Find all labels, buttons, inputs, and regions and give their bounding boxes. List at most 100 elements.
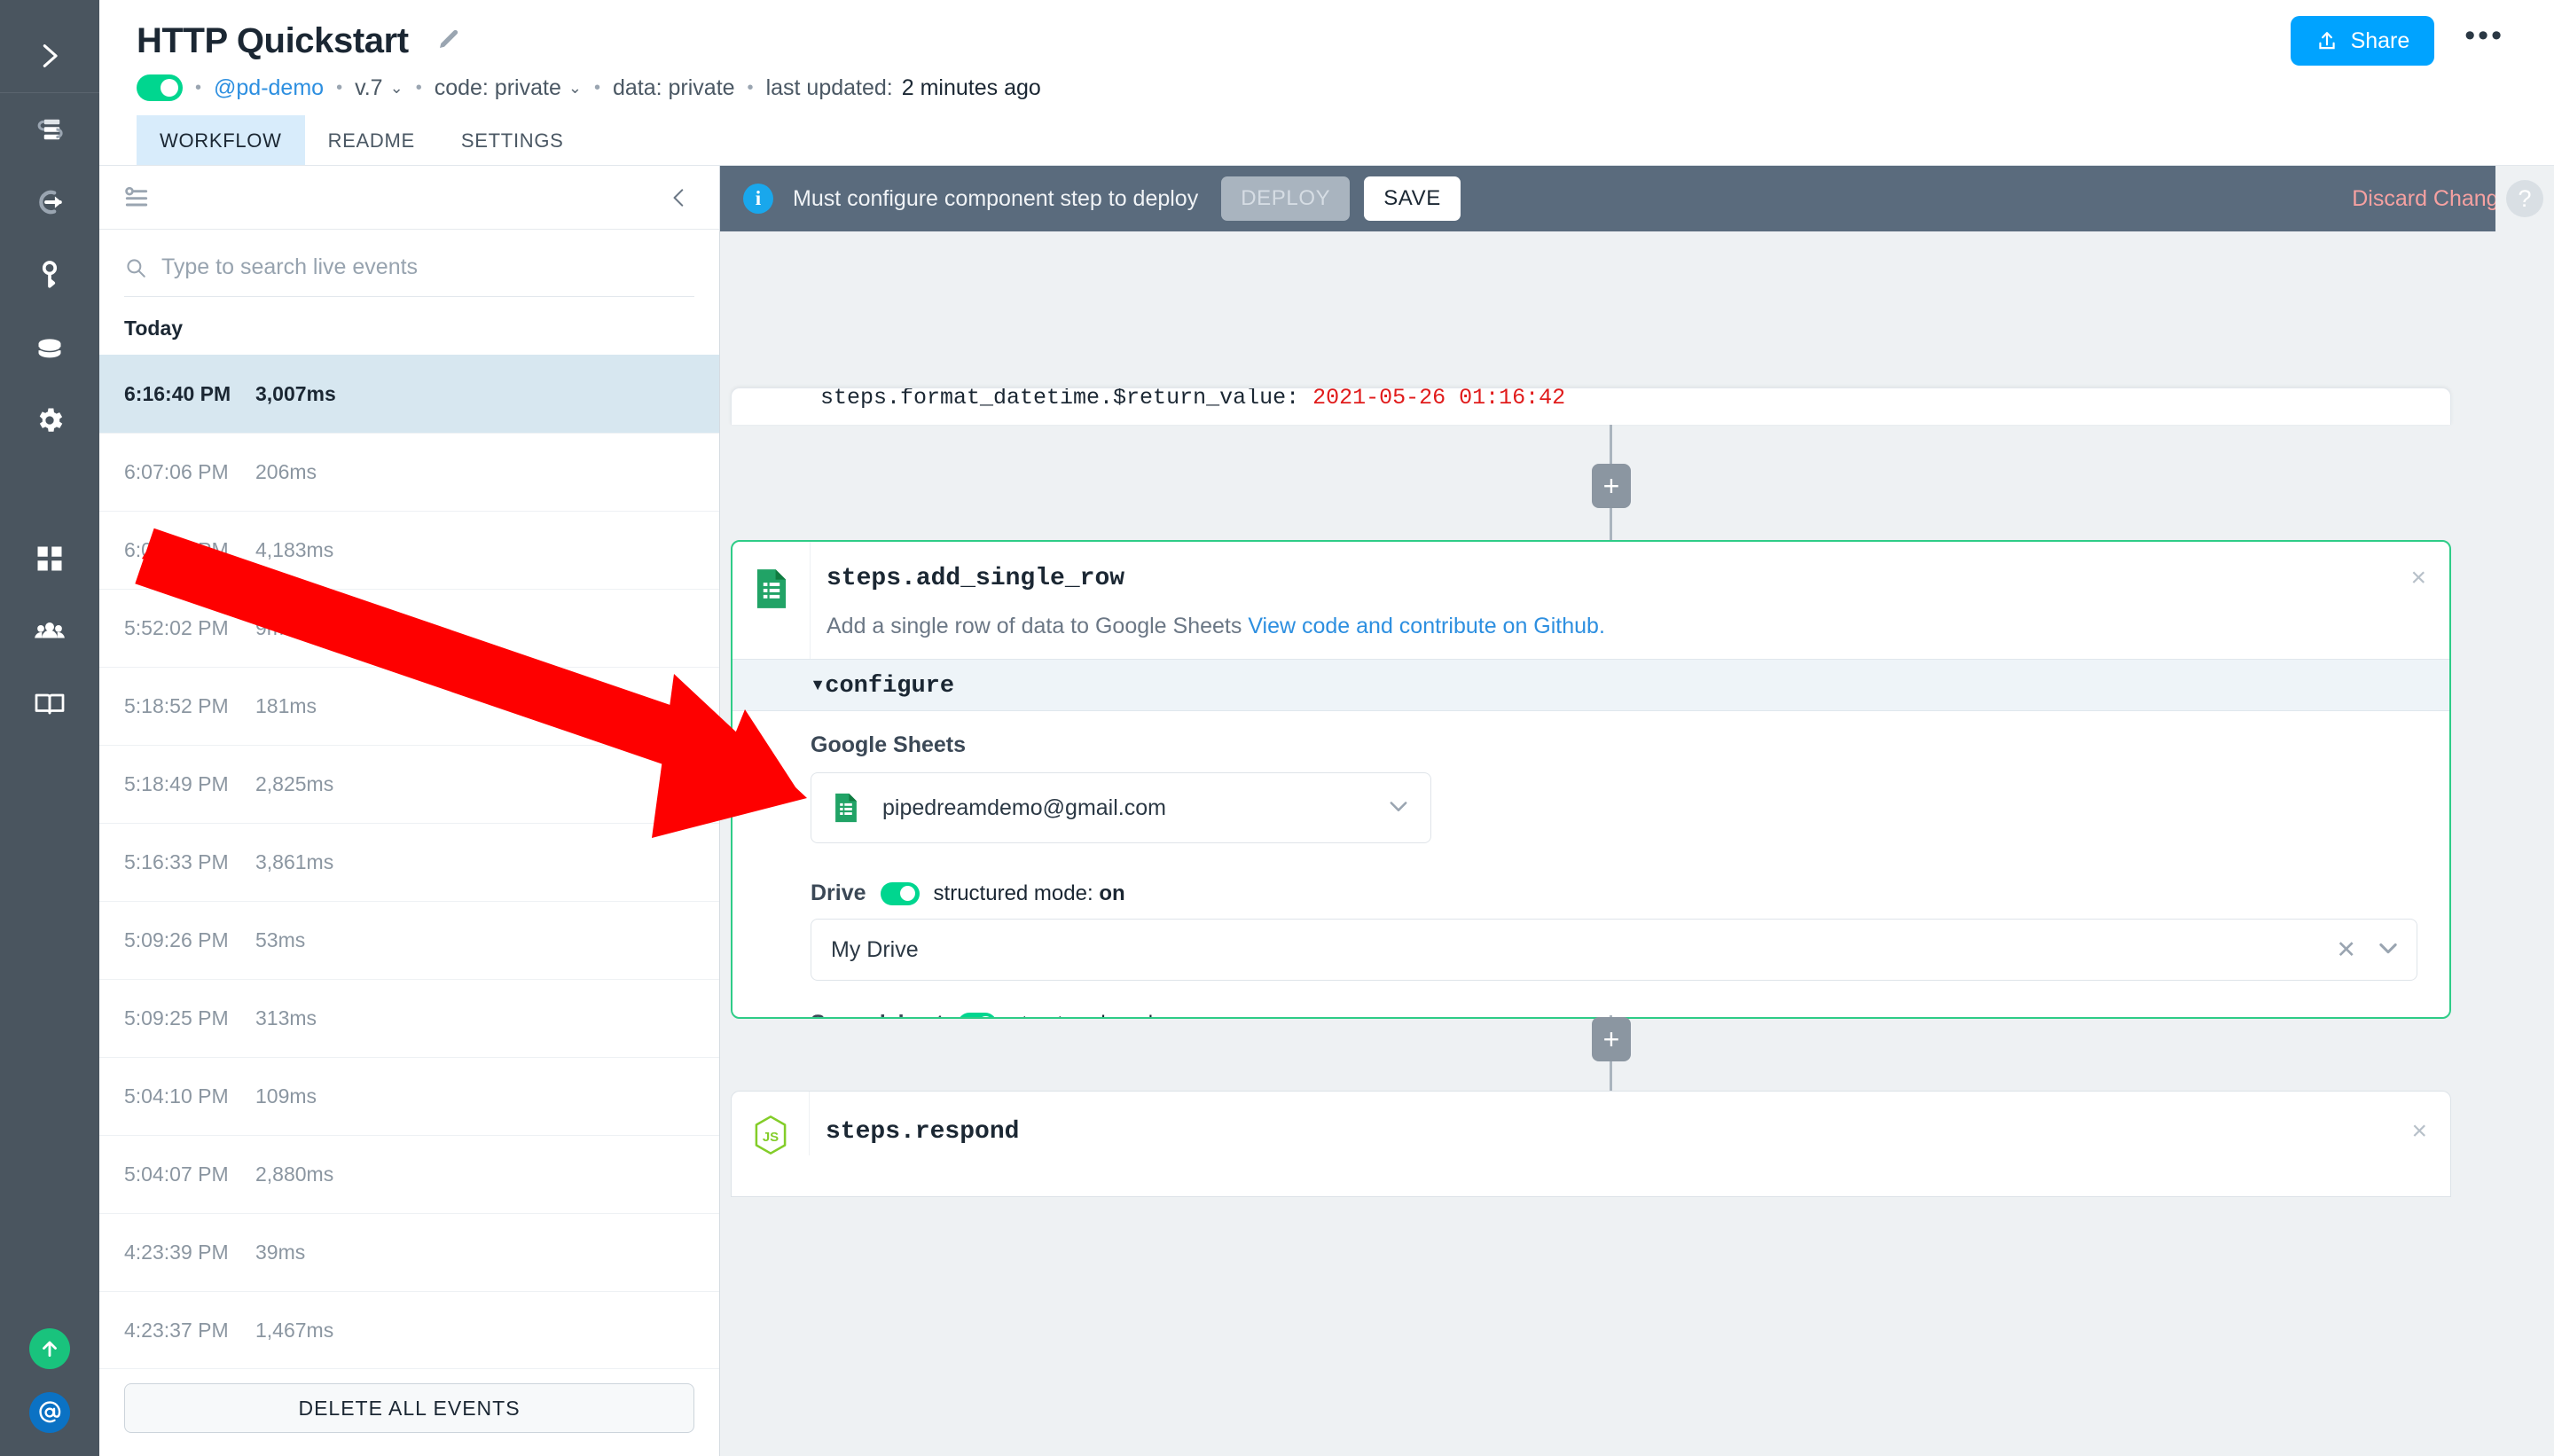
event-duration: 1,467ms bbox=[255, 1319, 333, 1342]
info-icon: i bbox=[743, 184, 773, 214]
sidebar-item-settings[interactable] bbox=[0, 384, 99, 457]
google-sheets-icon bbox=[753, 568, 790, 609]
close-respond-step-button[interactable]: × bbox=[2411, 1118, 2427, 1145]
step-card-add-single-row: steps.add_single_row Add a single row of… bbox=[731, 540, 2451, 1019]
structured-state: on bbox=[1099, 881, 1124, 905]
structured-state: on bbox=[1177, 1012, 1203, 1020]
event-row[interactable]: 6:07:02 PM 4,183ms bbox=[99, 511, 719, 589]
search-icon bbox=[124, 256, 147, 279]
header-actions: Share ••• bbox=[2291, 16, 2519, 66]
sidebar-item-community[interactable] bbox=[0, 595, 99, 668]
respond-step-name: steps.respond bbox=[826, 1118, 2450, 1146]
clear-icon[interactable]: ✕ bbox=[2336, 938, 2356, 962]
share-button[interactable]: Share bbox=[2291, 16, 2435, 66]
event-time: 5:16:33 PM bbox=[124, 850, 255, 874]
event-duration: 206ms bbox=[255, 460, 317, 484]
event-row[interactable]: 4:23:39 PM 39ms bbox=[99, 1213, 719, 1291]
event-duration: 3,861ms bbox=[255, 850, 333, 874]
support-button[interactable] bbox=[29, 1392, 70, 1433]
add-step-button-below[interactable]: + bbox=[1592, 1017, 1631, 1061]
event-time: 5:18:52 PM bbox=[124, 694, 255, 718]
filter-list-icon[interactable] bbox=[122, 184, 151, 212]
configure-panel: Google Sheets bbox=[733, 711, 2449, 1019]
events-list[interactable]: 6:16:40 PM 3,007ms 6:07:06 PM 206ms 6:07… bbox=[99, 355, 719, 1368]
step-description-text: Add a single row of data to Google Sheet… bbox=[827, 614, 1242, 638]
last-updated-label: last updated: bbox=[766, 75, 893, 101]
sidebar-item-docs[interactable] bbox=[0, 668, 99, 740]
chevron-down-icon: ⌄ bbox=[568, 79, 582, 98]
event-time: 5:52:02 PM bbox=[124, 616, 255, 640]
deploy-button[interactable]: DEPLOY bbox=[1221, 176, 1350, 221]
chevron-down-icon[interactable] bbox=[2376, 935, 2401, 965]
save-button[interactable]: SAVE bbox=[1364, 176, 1461, 221]
close-step-button[interactable]: × bbox=[2410, 565, 2426, 591]
drive-value: My Drive bbox=[831, 937, 919, 963]
sidebar-item-workflows[interactable] bbox=[0, 93, 99, 166]
spreadsheet-structured-mode-toggle[interactable] bbox=[958, 1013, 997, 1020]
previous-step-result: steps.format_datetime.$return_value: 202… bbox=[732, 388, 2450, 409]
chevron-down-icon: ⌄ bbox=[390, 79, 403, 98]
event-row[interactable]: 5:52:02 PM 9ms bbox=[99, 589, 719, 667]
sidebar-item-apps[interactable] bbox=[0, 522, 99, 595]
google-sheets-account-select[interactable]: pipedreamdemo@gmail.com bbox=[811, 772, 1431, 843]
upgrade-button[interactable] bbox=[29, 1328, 70, 1369]
help-button[interactable]: ? bbox=[2506, 180, 2543, 217]
event-row[interactable]: 5:04:07 PM 2,880ms bbox=[99, 1135, 719, 1213]
title-row: HTTP Quickstart Share ••• bbox=[99, 16, 2554, 66]
sidebar-item-datastore[interactable] bbox=[0, 311, 99, 384]
code-visibility-selector[interactable]: code: private ⌄ bbox=[435, 75, 582, 101]
tab-workflow[interactable]: WORKFLOW bbox=[137, 115, 305, 165]
delete-all-events-button[interactable]: DELETE ALL EVENTS bbox=[124, 1383, 694, 1433]
event-duration: 313ms bbox=[255, 1006, 317, 1030]
sidebar-item-credentials[interactable] bbox=[0, 239, 99, 311]
drive-input[interactable]: My Drive ✕ bbox=[811, 919, 2417, 981]
tab-readme[interactable]: README bbox=[305, 115, 438, 165]
meta-separator-3: • bbox=[403, 78, 435, 98]
event-row[interactable]: 4:23:37 PM 1,467ms bbox=[99, 1291, 719, 1368]
last-updated-value: 2 minutes ago bbox=[893, 75, 1041, 101]
result-key: steps.format_datetime.$return_value: bbox=[820, 387, 1299, 411]
event-duration: 3,007ms bbox=[255, 382, 336, 406]
database-icon bbox=[32, 330, 67, 365]
workspace-link[interactable]: @pd-demo bbox=[214, 75, 324, 101]
respond-step-header: JS steps.respond × bbox=[732, 1092, 2450, 1155]
event-row[interactable]: 5:16:33 PM 3,861ms bbox=[99, 823, 719, 901]
more-options-button[interactable]: ••• bbox=[2464, 20, 2504, 61]
step-icon-column bbox=[733, 542, 811, 659]
event-row[interactable]: 5:18:52 PM 181ms bbox=[99, 667, 719, 745]
chevron-right-icon bbox=[35, 41, 65, 71]
collapse-events-button[interactable] bbox=[668, 186, 691, 209]
rail-bottom bbox=[0, 1328, 99, 1433]
event-duration: 2,825ms bbox=[255, 772, 333, 796]
event-row[interactable]: 5:04:10 PM 109ms bbox=[99, 1057, 719, 1135]
version-selector[interactable]: v.7 ⌄ bbox=[355, 75, 403, 101]
sidebar-item-sources[interactable] bbox=[0, 166, 99, 239]
result-value: 2021-05-26 01:16:42 bbox=[1312, 387, 1565, 411]
step-name: steps.add_single_row bbox=[827, 565, 2449, 592]
expand-sidebar-button[interactable] bbox=[0, 20, 99, 92]
tab-settings[interactable]: SETTINGS bbox=[438, 115, 587, 165]
event-time: 5:04:10 PM bbox=[124, 1084, 255, 1108]
event-row[interactable]: 6:07:06 PM 206ms bbox=[99, 433, 719, 511]
workflow-enabled-toggle[interactable] bbox=[137, 74, 183, 101]
search-input[interactable] bbox=[161, 254, 694, 280]
add-step-button[interactable]: + bbox=[1592, 464, 1631, 508]
apps-grid-icon bbox=[34, 543, 66, 575]
share-button-label: Share bbox=[2351, 28, 2410, 54]
event-row[interactable]: 5:18:49 PM 2,825ms bbox=[99, 745, 719, 823]
data-visibility-label: data: private bbox=[613, 75, 735, 101]
event-time: 4:23:37 PM bbox=[124, 1319, 255, 1342]
event-row[interactable]: 5:09:25 PM 313ms bbox=[99, 979, 719, 1057]
event-row[interactable]: 6:16:40 PM 3,007ms bbox=[99, 355, 719, 433]
step-description: Add a single row of data to Google Sheet… bbox=[827, 614, 2449, 659]
github-link[interactable]: View code and contribute on Github. bbox=[1248, 614, 1605, 638]
event-row[interactable]: 5:09:26 PM 53ms bbox=[99, 901, 719, 979]
version-label: v.7 bbox=[355, 75, 383, 101]
event-time: 6:07:02 PM bbox=[124, 538, 255, 562]
configure-section-toggle[interactable]: ▾configure bbox=[733, 659, 2449, 711]
event-time: 4:23:39 PM bbox=[124, 1241, 255, 1264]
drive-structured-mode-toggle[interactable] bbox=[881, 882, 920, 905]
respond-step-body: steps.respond bbox=[810, 1092, 2450, 1146]
edit-title-button[interactable] bbox=[435, 26, 462, 57]
event-time: 5:09:26 PM bbox=[124, 928, 255, 952]
